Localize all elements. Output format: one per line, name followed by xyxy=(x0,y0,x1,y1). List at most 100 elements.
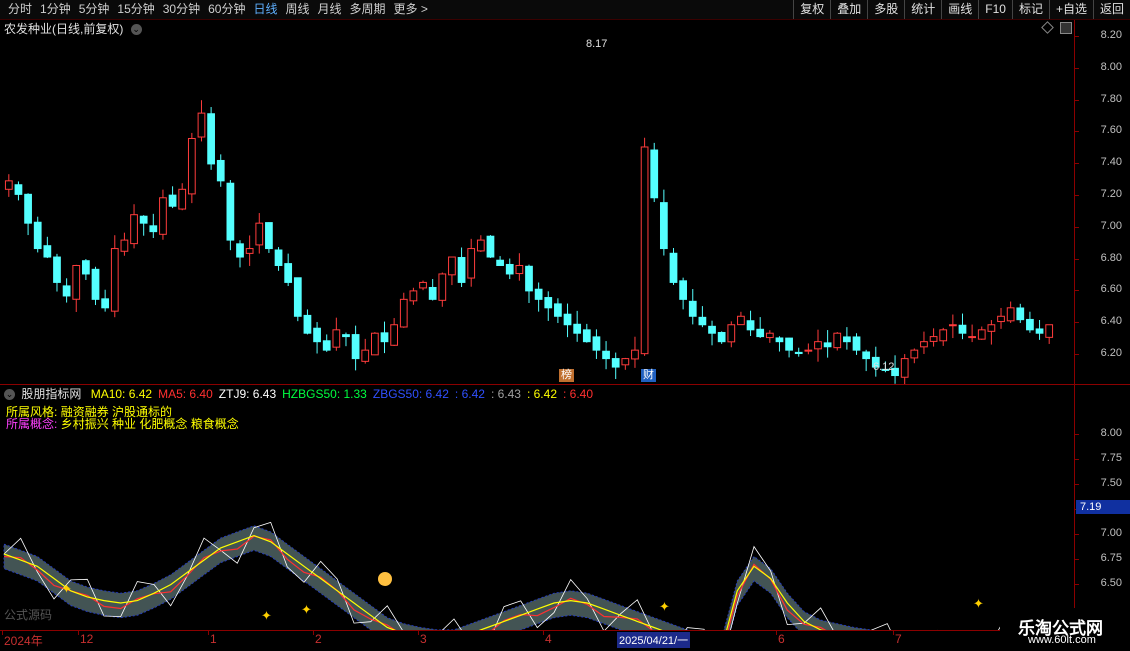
butterfly-icon: ✦ xyxy=(301,602,312,617)
candle-body xyxy=(342,334,350,338)
period-tab-0[interactable]: 分时 xyxy=(4,0,36,19)
candle-body xyxy=(91,268,100,300)
axis-label: 7.20 xyxy=(1100,188,1122,200)
time-label: 6 xyxy=(778,632,785,646)
time-tick xyxy=(208,631,209,635)
candle-body xyxy=(457,257,466,283)
candle-body xyxy=(216,159,225,182)
period-tabs: 分时 1分钟 5分钟 15分钟 30分钟 60分钟 日线 周线 月线 多周期 更多 > xyxy=(4,0,432,19)
toolbar-button-1[interactable]: 叠加 xyxy=(830,0,867,19)
candle-body xyxy=(563,313,572,326)
candle-body xyxy=(814,341,822,350)
axis-label: 6.60 xyxy=(1100,283,1122,296)
candle-body xyxy=(4,180,13,190)
period-tab-9[interactable]: 多周期 xyxy=(346,0,390,19)
time-label: 12 xyxy=(80,632,94,646)
tag-bang[interactable]: 榜 xyxy=(559,369,574,382)
candle-body xyxy=(361,349,370,362)
period-toolbar: 分时 1分钟 5分钟 15分钟 30分钟 60分钟 日线 周线 月线 多周期 更多 > 复权 叠加 多股… xyxy=(0,0,1130,20)
candle-body xyxy=(650,149,659,199)
candle-body xyxy=(226,182,235,241)
time-tick xyxy=(776,631,777,635)
candle-body xyxy=(149,225,158,233)
candle-body xyxy=(1006,307,1015,322)
candle-body xyxy=(120,239,129,252)
axis-label: 7.00 xyxy=(1100,219,1122,232)
axis-label: 7.60 xyxy=(1100,124,1122,137)
brand-url: www.60lt.com xyxy=(1028,634,1096,646)
axis-tick xyxy=(1075,163,1079,165)
indicator-chart[interactable]: ✦ ✦ ✦ ✦ ✦ xyxy=(0,385,1075,630)
axis-tick xyxy=(1075,354,1079,355)
axis-tick xyxy=(1075,322,1079,324)
period-tab-5[interactable]: 60分钟 xyxy=(204,0,249,19)
candle-body xyxy=(419,281,427,289)
butterfly-icon: ✦ xyxy=(61,581,72,596)
time-tick xyxy=(418,631,419,635)
candle-body xyxy=(476,239,485,252)
candle-body xyxy=(544,297,553,309)
period-tab-10[interactable]: 更多 > xyxy=(390,0,432,19)
candle-body xyxy=(977,329,986,340)
brand-overlay: 乐淘公式网 www.60lt.com xyxy=(1000,608,1130,650)
axis-label: 7.75 xyxy=(1100,452,1122,464)
candle-body xyxy=(746,320,755,331)
toolbar-button-3[interactable]: 统计 xyxy=(904,0,941,19)
candle-body xyxy=(14,184,23,195)
axis-tick xyxy=(1075,226,1079,228)
candle-body xyxy=(245,248,254,254)
time-tick xyxy=(78,631,79,635)
axis-label: 7.40 xyxy=(1100,156,1122,169)
candle-body xyxy=(833,332,842,349)
axis-tick xyxy=(1075,131,1079,133)
toolbar-button-7[interactable]: +自选 xyxy=(1048,0,1093,19)
toolbar-button-0[interactable]: 复权 xyxy=(793,0,830,19)
tag-cai[interactable]: 财 xyxy=(641,369,656,382)
time-label: 4 xyxy=(545,632,552,646)
candle-body xyxy=(756,328,765,338)
candle-body xyxy=(178,188,187,210)
high-price-label: 8.17 xyxy=(586,38,608,50)
candle-body xyxy=(82,260,90,275)
axis-tick xyxy=(1075,258,1079,260)
candle-body xyxy=(130,214,138,245)
time-tick xyxy=(893,631,894,635)
candle-body xyxy=(621,358,630,366)
toolbar-button-5[interactable]: F10 xyxy=(978,0,1012,19)
candle-body xyxy=(727,324,736,343)
period-tab-7[interactable]: 周线 xyxy=(281,0,313,19)
candle-body xyxy=(1026,318,1034,331)
butterfly-icon: ✦ xyxy=(261,608,272,623)
axis-label: 6.50 xyxy=(1100,577,1122,589)
candle-body xyxy=(948,324,957,327)
period-tab-3[interactable]: 15分钟 xyxy=(113,0,158,19)
price-axis: 8.20 8.00 7.80 7.60 7.40 7.20 7.00 6.80 6.60 6.40… xyxy=(1074,20,1130,384)
candle-body xyxy=(939,329,948,342)
candle-body xyxy=(486,235,495,258)
toolbar-button-8[interactable]: 返回 xyxy=(1092,0,1130,19)
candle-body xyxy=(862,351,871,360)
money-bag-icon xyxy=(378,572,392,586)
axis-tick xyxy=(1075,584,1079,585)
period-tab-6[interactable]: 日线 xyxy=(249,0,281,19)
candle-body xyxy=(765,332,774,339)
period-tab-2[interactable]: 5分钟 xyxy=(75,0,114,19)
candle-body xyxy=(929,336,938,342)
axis-label: 6.20 xyxy=(1100,347,1122,359)
period-tab-8[interactable]: 月线 xyxy=(314,0,346,19)
period-tab-1[interactable]: 1分钟 xyxy=(36,0,75,19)
candle-body xyxy=(139,215,148,224)
axis-tick xyxy=(1075,67,1079,69)
toolbar-button-4[interactable]: 画线 xyxy=(941,0,978,19)
candle-body xyxy=(968,336,976,339)
period-tab-4[interactable]: 30分钟 xyxy=(159,0,204,19)
candle-body xyxy=(910,349,919,359)
candle-body xyxy=(698,316,707,326)
toolbar-button-6[interactable]: 标记 xyxy=(1011,0,1049,19)
candlestick-chart[interactable] xyxy=(0,20,1075,384)
axis-label: 6.75 xyxy=(1100,552,1122,564)
toolbar-button-2[interactable]: 多股 xyxy=(867,0,904,19)
candle-body xyxy=(737,315,745,326)
low-price-label: 6.12 xyxy=(873,361,895,373)
candle-body xyxy=(1035,328,1044,334)
